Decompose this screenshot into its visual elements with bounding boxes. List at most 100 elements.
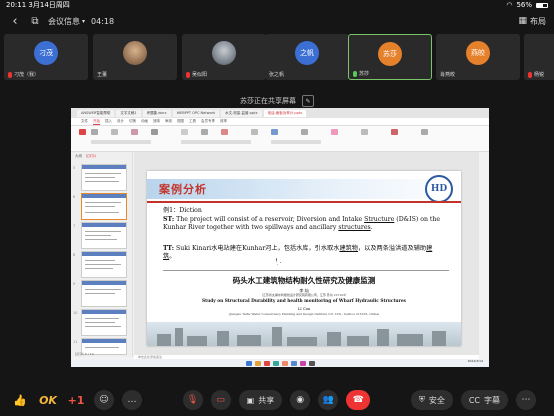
captions-icon: CC — [468, 395, 481, 405]
slide-header-band: 案例分析 — [147, 179, 461, 199]
slide-thumbnail — [81, 251, 127, 278]
remote-menu-item: 文件 — [81, 119, 88, 123]
source-text-paragraph: ST: The project will consist of a reserv… — [163, 216, 443, 232]
current-slide: 案例分析 HD 例1：Diction ST: The project will … — [147, 171, 461, 346]
slide-number: 8 — [73, 253, 76, 257]
slide-number: 11 — [73, 340, 78, 344]
captions-label: 字幕 — [484, 395, 501, 405]
avatar: 刁茂 — [34, 41, 58, 65]
avatar: 燕皎 — [466, 41, 490, 65]
meeting-app: { "status": {"time": "20:11", "date": "3… — [0, 0, 554, 416]
remote-clock: 2024/3/14 — [467, 359, 483, 363]
remote-menu-item: 审阅 — [165, 119, 172, 123]
chevron-down-icon[interactable]: ▾ — [82, 18, 85, 25]
participant-tile[interactable]: 吴似阳 — [182, 34, 266, 80]
wifi-icon: ◠ — [506, 1, 513, 9]
mic-muted-icon — [8, 71, 12, 78]
st-text: The project will consist of a reservoir,… — [176, 216, 365, 223]
participant-name: 张之帆 — [269, 72, 285, 78]
slide-title: 案例分析 — [159, 183, 207, 196]
camera-off-icon[interactable]: ▭ — [210, 390, 231, 410]
tt-underlined-term: 建筑物 — [339, 245, 358, 252]
annotate-pen-icon[interactable]: ✎ — [302, 95, 314, 107]
participant-name: 吴似阳 — [192, 72, 208, 78]
end-call-icon[interactable]: ☎ — [346, 390, 371, 410]
participant-name: 苏莎 — [359, 71, 370, 77]
mic-on-icon — [353, 70, 357, 77]
grid-icon: ▦ — [518, 16, 527, 26]
participant-tile[interactable]: 王董 — [93, 34, 177, 80]
paper-affiliation-cn: （江苏省太湖水利规划设计研究院有限公司，江苏 苏州 215103） — [259, 293, 349, 297]
shield-icon: ⛨ — [418, 395, 425, 404]
participant-tile[interactable]: 杨锐 — [524, 34, 554, 80]
system-status-bar: 20:11 3月14日周四 ◠ 56% — [0, 0, 554, 10]
paper-title-en: Study on Structural Durability and healt… — [202, 299, 406, 304]
participant-strip: 刁茂 刁茂（我） 王董 吴似阳 之帆 张之帆 苏莎 苏莎 燕皎 肖燕皎 杨锐 — [0, 34, 554, 80]
target-text-paragraph: TT: Suki Kinari水电站建在Kunhar河上，包括水库，引水取水建筑… — [163, 245, 443, 261]
minimize-window-icon[interactable]: ⧉ — [28, 14, 42, 28]
divider — [163, 270, 449, 271]
title-underline — [147, 201, 461, 203]
participant-tile-active-speaker[interactable]: 苏莎 苏莎 — [348, 34, 432, 80]
chat-icon[interactable]: … — [122, 390, 142, 410]
captions-button[interactable]: CC 字幕 — [460, 390, 509, 410]
participant-tile[interactable]: 燕皎 肖燕皎 — [436, 34, 520, 80]
example-label: 例1：Diction — [163, 207, 202, 214]
remote-menu-item: 动画 — [141, 119, 148, 123]
more-options-icon[interactable]: ⋯ — [516, 390, 537, 410]
avatar: 苏莎 — [378, 42, 402, 66]
share-button[interactable]: ▣ 共享 — [238, 390, 283, 410]
slide-thumbnail — [81, 280, 127, 307]
shared-screen: ANSWER智能帮助 文字文稿1 考题集.docx WEBPPT OPC Net… — [71, 108, 489, 367]
paper-author-en: LI Can — [297, 307, 311, 311]
remote-menu-item: 工具 — [189, 119, 196, 123]
participant-tile[interactable]: 之帆 张之帆 — [265, 34, 349, 80]
participants-icon[interactable]: 👥 — [318, 390, 339, 410]
plus-one-reaction-button[interactable]: +1 — [66, 390, 86, 410]
meeting-toolbar: 👍 OK +1 ☺ … 🎙 ▭ ▣ 共享 ◉ 👥 ☎ ⛨ 安全 CC 字幕 ⋯ — [0, 384, 554, 416]
remote-menu-item: 放映 — [153, 119, 160, 123]
meeting-duration: 04:18 — [91, 16, 115, 26]
mic-muted-icon — [528, 71, 532, 78]
university-logo: HD — [425, 175, 453, 203]
campus-skyline-image — [147, 322, 461, 346]
slide-number: 9 — [73, 282, 76, 286]
remote-tab: ANSWER智能帮助 — [77, 109, 115, 117]
battery-icon — [536, 2, 548, 8]
remote-tab: WEBPPT OPC Network — [172, 109, 220, 117]
remote-status-bar: 幻灯片 6 / 19 — [75, 352, 94, 356]
ok-reaction-button[interactable]: OK — [38, 390, 58, 410]
tt-text: 。 — [169, 253, 176, 261]
participant-name: 刁茂（我） — [14, 72, 40, 78]
battery-percent: 56% — [516, 1, 532, 9]
remote-tab: 文字文稿1 — [116, 109, 141, 117]
mic-off-icon[interactable]: 🎙 — [182, 390, 203, 410]
thumbs-up-reaction-icon[interactable]: 👍 — [10, 390, 30, 410]
status-time: 20:11 — [6, 1, 27, 9]
layout-button[interactable]: ▦ 布局 — [518, 16, 546, 27]
remote-taskbar: 2024/3/14 — [71, 359, 489, 367]
slide-thumbnail — [81, 309, 127, 336]
slide-thumbnail — [81, 222, 127, 249]
security-button[interactable]: ⛨ 安全 — [410, 390, 453, 410]
st-text: . — [370, 224, 373, 232]
participant-tile[interactable]: 刁茂 刁茂（我） — [4, 34, 88, 80]
screen-share-banner: 苏莎正在共享屏幕 ✎ — [0, 94, 554, 108]
remote-menu-item: 切换 — [129, 119, 136, 123]
emoji-icon[interactable]: ☺ — [94, 390, 114, 410]
participant-name: 杨锐 — [534, 72, 545, 78]
layout-label: 布局 — [530, 16, 546, 26]
st-label: ST: — [163, 216, 175, 223]
slide-editor-area: 案例分析 HD 例1：Diction ST: The project will … — [134, 152, 479, 357]
participant-name: 王董 — [97, 72, 108, 78]
tt-text: Suki Kinari水电站建在Kunhar河上，包括水库，引水取水 — [176, 245, 340, 252]
record-icon[interactable]: ◉ — [290, 390, 311, 410]
remote-tab-bar: ANSWER智能帮助 文字文稿1 考题集.docx WEBPPT OPC Net… — [71, 108, 489, 118]
meeting-info-button[interactable]: 会议信息 — [48, 16, 80, 27]
status-date: 3月14日周四 — [28, 1, 70, 9]
panel-tabs: 大纲 幻灯片 — [71, 152, 132, 161]
slide-thumbnail-selected — [81, 193, 127, 220]
back-icon[interactable]: ‹ — [8, 14, 22, 29]
remote-menu-item: 会员专享 — [201, 119, 215, 123]
st-underlined-term: Structure — [364, 216, 395, 223]
